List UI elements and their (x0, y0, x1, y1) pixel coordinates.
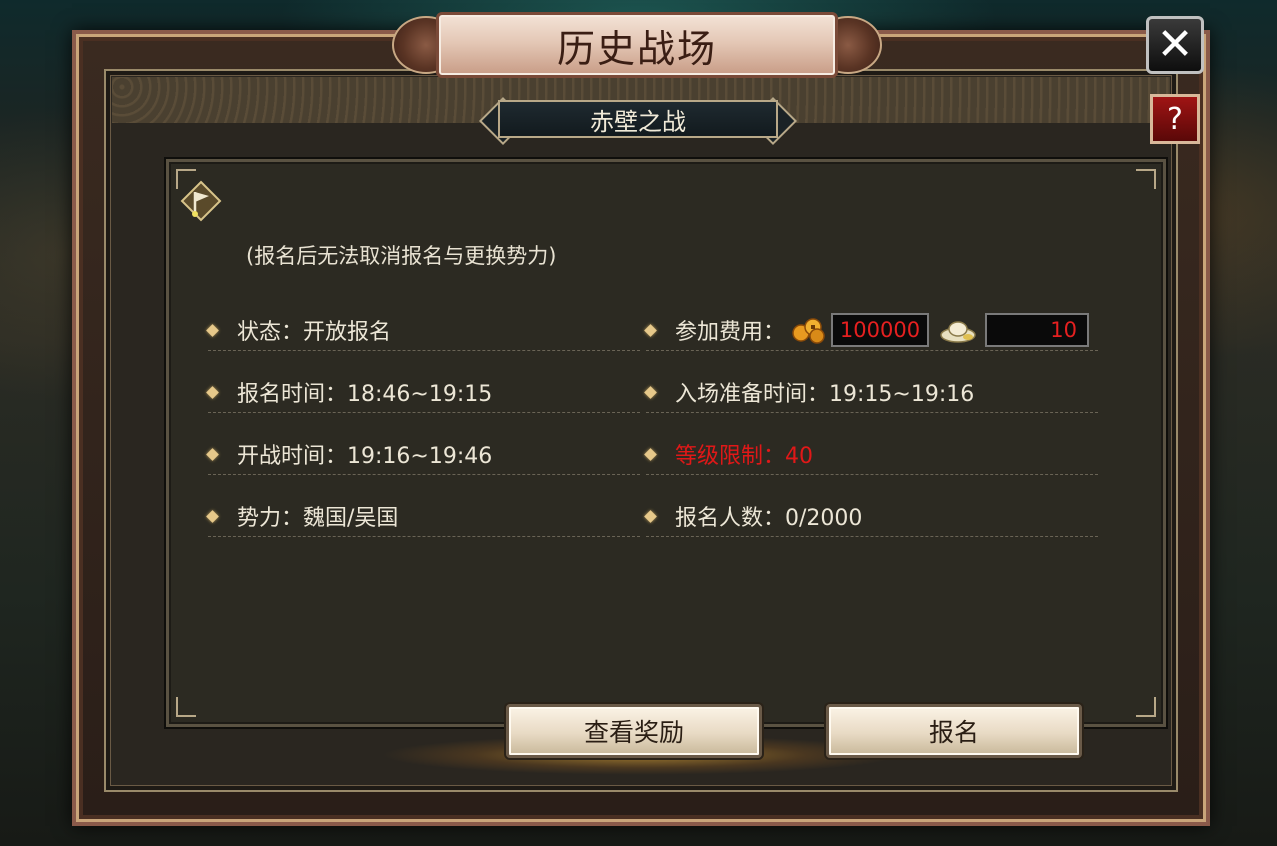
close-button[interactable]: ✕ (1146, 16, 1204, 74)
silver-ingot-icon (940, 321, 976, 343)
bullet-icon (644, 447, 657, 461)
coin-cost-field: 100000 (831, 313, 930, 347)
signup-count-row: 报名人数：0/2000 (644, 496, 1098, 537)
subtitle-plaque: 赤壁之战 (478, 96, 798, 146)
level-limit-text: 等级限制：40 (675, 444, 813, 469)
view-rewards-button[interactable]: 查看奖励 (506, 704, 762, 758)
corner-ornament (1136, 697, 1156, 717)
bullet-icon (644, 323, 657, 337)
status-text: 状态：开放报名 (237, 320, 392, 345)
corner-ornament (1136, 169, 1156, 189)
corner-ornament (176, 697, 196, 717)
bullet-icon (206, 447, 219, 461)
bullet-icon (644, 509, 657, 523)
dialog-title: 历史战场 (556, 26, 717, 71)
bullet-icon (206, 385, 219, 399)
bullet-icon (206, 509, 219, 523)
bullet-icon (206, 323, 219, 337)
battle-time-row: 开战时间：19:16~19:46 (206, 434, 640, 475)
battle-time-text: 开战时间：19:16~19:46 (237, 444, 493, 469)
level-limit-row: 等级限制：40 (644, 434, 1098, 475)
bullet-icon (644, 385, 657, 399)
signup-button[interactable]: 报名 (826, 704, 1082, 758)
signup-time-text: 报名时间：18:46~19:15 (237, 382, 493, 407)
flag-icon (180, 180, 222, 222)
coins-icon (792, 318, 825, 344)
dialog-frame (104, 69, 1178, 792)
help-icon: ? (1167, 101, 1183, 137)
prep-time-row: 入场准备时间：19:15~19:16 (644, 372, 1098, 413)
battle-name: 赤壁之战 (590, 107, 686, 136)
signup-time-row: 报名时间：18:46~19:15 (206, 372, 640, 413)
close-icon: ✕ (1156, 19, 1194, 70)
fee-row: 参加费用： 100000 10 (644, 310, 1098, 351)
title-plaque: 历史战场 (392, 12, 882, 78)
subtitle-bar: 赤壁之战 (498, 100, 778, 138)
faction-row: 势力：魏国/吴国 (206, 496, 640, 537)
silver-cost-field: 10 (985, 313, 1090, 347)
help-button[interactable]: ? (1150, 94, 1200, 144)
fee-label: 参加费用： (675, 320, 786, 345)
prep-time-text: 入场准备时间：19:15~19:16 (675, 382, 975, 407)
signup-count-text: 报名人数：0/2000 (675, 506, 863, 531)
signup-notice: (报名后无法取消报名与更换势力) (246, 244, 557, 268)
title-bar: 历史战场 (436, 12, 838, 78)
status-row: 状态：开放报名 (206, 310, 640, 351)
faction-text: 势力：魏国/吴国 (237, 506, 399, 531)
